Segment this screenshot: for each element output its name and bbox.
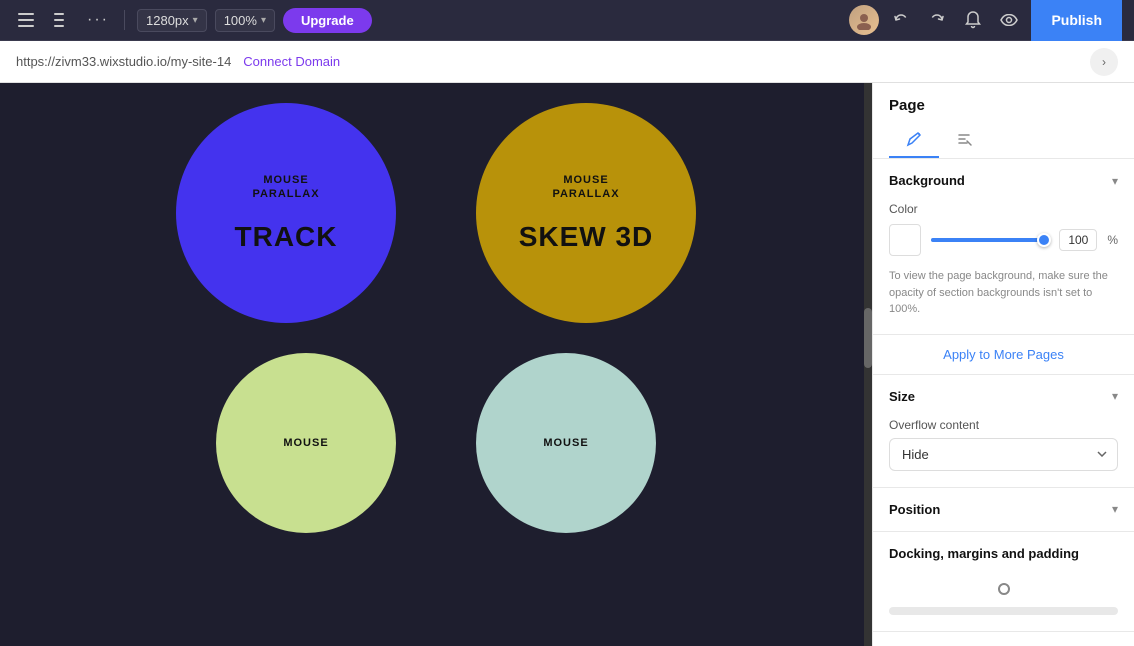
notifications-button[interactable] — [959, 6, 987, 34]
position-section: Position ▾ — [873, 488, 1134, 532]
preview-button[interactable] — [995, 6, 1023, 34]
chevron-down-icon: ▾ — [193, 15, 198, 26]
right-panel: Page Background ▾ Color — [872, 83, 1134, 646]
opacity-slider-thumb — [1037, 233, 1051, 247]
color-swatch[interactable] — [889, 224, 921, 256]
docking-title: Docking, margins and padding — [889, 546, 1079, 561]
collapse-panel-btn[interactable]: › — [1090, 48, 1118, 76]
canvas-content: MOUSEPARALLAX TRACK MOUSEPARALLAX SKEW 3… — [0, 83, 872, 646]
opacity-slider-container — [931, 238, 1049, 242]
docking-section-content — [873, 575, 1134, 631]
position-toggle — [889, 575, 1118, 603]
circle-track-label: MOUSEPARALLAX — [252, 173, 319, 202]
more-options-btn[interactable]: ··· — [84, 6, 112, 34]
circle-green-label: MOUSE — [283, 436, 328, 450]
circle-teal[interactable]: MOUSE — [476, 353, 656, 533]
opacity-input[interactable] — [1059, 229, 1097, 251]
size-display[interactable]: 1280px ▾ — [137, 9, 207, 32]
background-hint: To view the page background, make sure t… — [889, 268, 1118, 318]
size-section-header[interactable]: Size ▾ — [873, 375, 1134, 418]
circle-skew3d-text: SKEW 3D — [519, 221, 654, 253]
position-section-header[interactable]: Position ▾ — [873, 488, 1134, 531]
background-section: Background ▾ Color % To view the p — [873, 159, 1134, 335]
avatar[interactable] — [849, 5, 879, 35]
connect-domain-link[interactable]: Connect Domain — [243, 54, 340, 69]
color-label: Color — [889, 202, 1118, 216]
upgrade-button[interactable]: Upgrade — [283, 8, 372, 33]
background-chevron-icon: ▾ — [1112, 174, 1118, 188]
overflow-select[interactable]: Hide Show Scroll — [889, 438, 1118, 471]
panel-title: Page — [873, 83, 1134, 114]
overflow-label: Overflow content — [889, 418, 1118, 432]
scrollbar-thumb — [864, 308, 872, 368]
docking-section: Docking, margins and padding — [873, 532, 1134, 632]
sidebar-toggle-btn[interactable] — [12, 6, 40, 34]
position-toggle-circle[interactable] — [998, 583, 1010, 595]
opacity-slider-track[interactable] — [931, 238, 1049, 242]
canvas-scrollbar[interactable] — [864, 83, 872, 646]
tab-behavior[interactable] — [939, 122, 989, 158]
url-bar: https://zivm33.wixstudio.io/my-site-14 C… — [0, 41, 1134, 83]
opacity-slider-fill — [931, 238, 1043, 242]
main-toolbar: ··· 1280px ▾ 100% ▾ Upgrade — [0, 0, 1134, 41]
circle-green[interactable]: MOUSE — [216, 353, 396, 533]
circles-row-1: MOUSEPARALLAX TRACK MOUSEPARALLAX SKEW 3… — [176, 103, 696, 323]
url-text: https://zivm33.wixstudio.io/my-site-14 — [16, 54, 231, 69]
apply-to-more-pages-link[interactable]: Apply to More Pages — [873, 335, 1134, 375]
undo-button[interactable] — [887, 6, 915, 34]
background-title: Background — [889, 173, 965, 188]
circle-track-text: TRACK — [235, 221, 338, 253]
panel-tabs — [873, 114, 1134, 159]
size-section: Size ▾ Overflow content Hide Show Scroll — [873, 375, 1134, 488]
main-area: MOUSEPARALLAX TRACK MOUSEPARALLAX SKEW 3… — [0, 83, 1134, 646]
opacity-percent-label: % — [1107, 233, 1118, 247]
canvas-area[interactable]: MOUSEPARALLAX TRACK MOUSEPARALLAX SKEW 3… — [0, 83, 872, 646]
zoom-display[interactable]: 100% ▾ — [215, 9, 275, 32]
circle-teal-label: MOUSE — [543, 436, 588, 450]
position-chevron-icon: ▾ — [1112, 502, 1118, 516]
circle-track[interactable]: MOUSEPARALLAX TRACK — [176, 103, 396, 323]
publish-button[interactable]: Publish — [1031, 0, 1122, 41]
background-section-content: Color % To view the page background, mak… — [873, 202, 1134, 334]
size-chevron-icon: ▾ — [1112, 389, 1118, 403]
size-value: 1280px — [146, 13, 189, 28]
more-icon: ··· — [87, 11, 109, 29]
color-row: % — [889, 224, 1118, 256]
zoom-value: 100% — [224, 13, 257, 28]
tab-design[interactable] — [889, 122, 939, 158]
background-section-header[interactable]: Background ▾ — [873, 159, 1134, 202]
chevron-down-icon: ▾ — [261, 15, 266, 26]
docking-section-header[interactable]: Docking, margins and padding — [873, 532, 1134, 575]
separator-1 — [124, 10, 125, 30]
circle-skew3d[interactable]: MOUSEPARALLAX SKEW 3D — [476, 103, 696, 323]
size-title: Size — [889, 389, 915, 404]
circles-row-2: MOUSE MOUSE — [216, 343, 656, 523]
chevron-right-icon: › — [1102, 55, 1106, 69]
circle-skew3d-label: MOUSEPARALLAX — [552, 173, 619, 202]
size-section-content: Overflow content Hide Show Scroll — [873, 418, 1134, 487]
panel-toggle-btn[interactable] — [48, 6, 76, 34]
redo-button[interactable] — [923, 6, 951, 34]
position-title: Position — [889, 502, 940, 517]
docking-bar-placeholder — [889, 607, 1118, 615]
